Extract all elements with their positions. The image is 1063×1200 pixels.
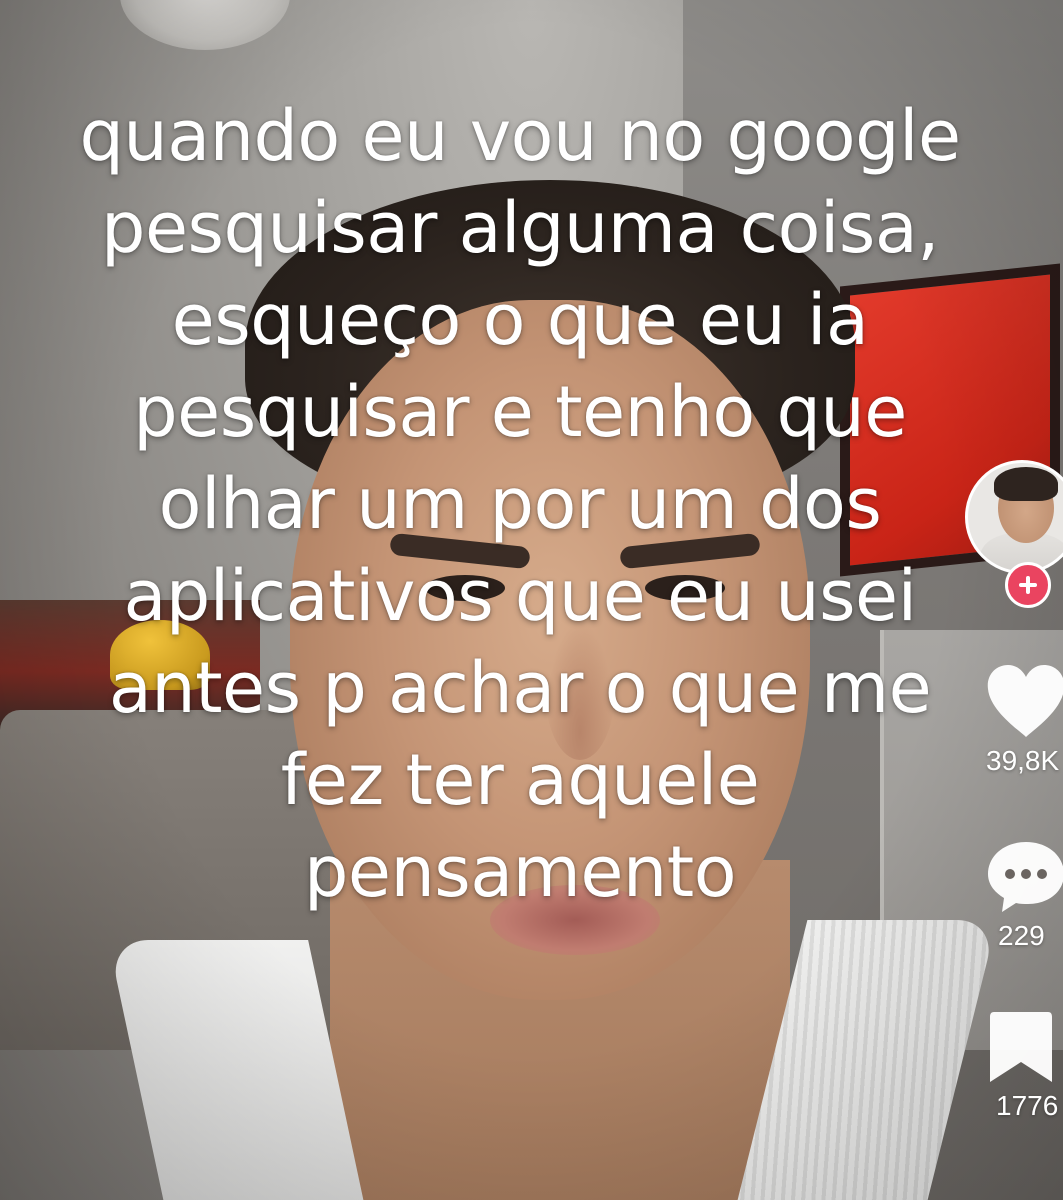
caption-line: quando eu vou no google <box>79 95 961 177</box>
comment-button[interactable]: 229 <box>960 840 1063 952</box>
comment-count: 229 <box>998 920 1045 951</box>
video-caption-overlay: quando eu vou no google pesquisar alguma… <box>40 90 1000 918</box>
creator-avatar-group <box>965 460 1063 608</box>
follow-button[interactable] <box>1005 562 1051 608</box>
plus-icon <box>1019 576 1037 594</box>
avatar-hair <box>994 467 1058 501</box>
action-rail: 39,8K 229 1776 <box>960 460 1063 1200</box>
caption-line: antes p achar o que me <box>108 647 932 729</box>
like-icon-box <box>960 665 1063 745</box>
like-count: 39,8K <box>986 745 1060 776</box>
caption-line: olhar um por um dos <box>158 463 882 545</box>
caption-line: esqueço o que eu ia <box>171 279 869 361</box>
caption-line: aplicativos que eu usei <box>123 555 917 637</box>
comment-bubble-icon <box>988 842 1063 912</box>
caption-line: fez ter aquele <box>280 739 760 821</box>
caption-line: pesquisar e tenho que <box>133 371 907 453</box>
bookmark-icon-box <box>960 1010 1063 1090</box>
comment-icon-box <box>960 840 1063 920</box>
creator-avatar[interactable] <box>965 460 1063 574</box>
bookmark-icon <box>990 1012 1052 1082</box>
video-player[interactable]: quando eu vou no google pesquisar alguma… <box>0 0 1063 1200</box>
like-button[interactable]: 39,8K <box>960 665 1063 777</box>
caption-line: pesquisar alguma coisa, <box>101 187 939 269</box>
bookmark-count: 1776 <box>996 1090 1059 1121</box>
heart-icon <box>987 665 1063 737</box>
bookmark-button[interactable]: 1776 <box>960 1010 1063 1122</box>
caption-line: pensamento <box>303 831 737 913</box>
